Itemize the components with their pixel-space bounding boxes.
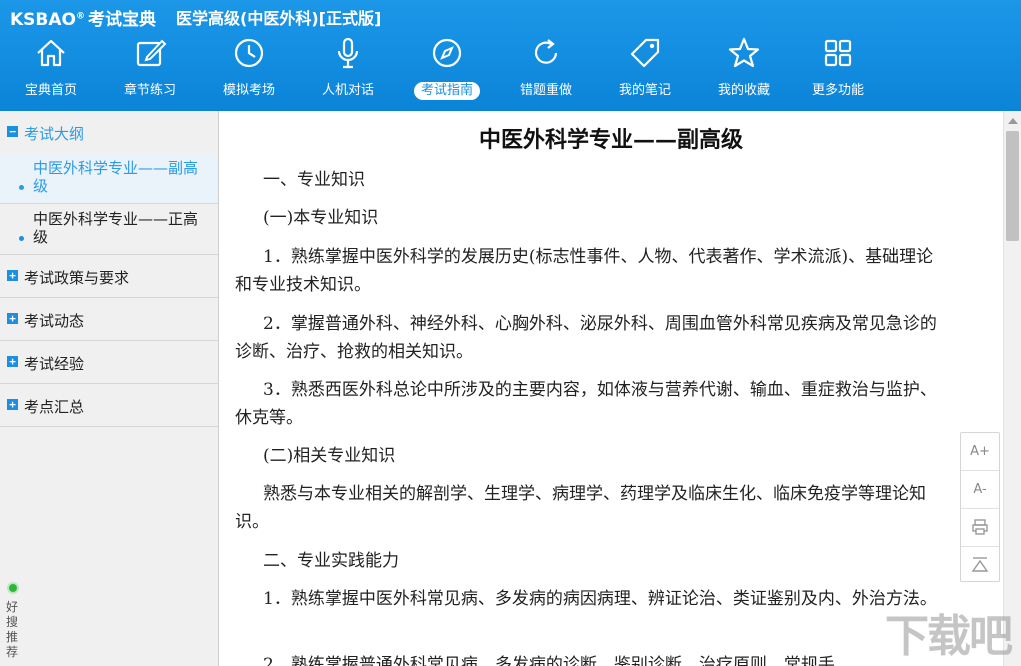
sidebar-section-news[interactable]: + 考试动态: [0, 298, 218, 341]
doc-paragraph: 1．熟练掌握中医外科学的发展历史(标志性事件、人物、代表著作、学术流派)、基础理…: [235, 247, 934, 295]
clock-icon: [232, 36, 266, 70]
microphone-icon: [331, 36, 365, 70]
star-icon: [727, 36, 761, 70]
doc-subheading: (一)本专业知识: [263, 208, 379, 228]
scrollbar-thumb[interactable]: [1006, 131, 1019, 241]
nav-chapter-practice-label: 章节练习: [123, 83, 176, 98]
bullet-icon: [19, 236, 24, 241]
nav-mock-exam[interactable]: 模拟考场: [204, 34, 294, 106]
back-to-top-button[interactable]: [961, 547, 999, 584]
doc-paragraph: 3．熟悉西医外科总论中所涉及的主要内容，如体液与营养代谢、输血、重症救治与监护、…: [235, 380, 937, 428]
expand-icon[interactable]: +: [7, 270, 18, 281]
sidebar-section-experience[interactable]: + 考试经验: [0, 341, 218, 384]
sidebar-item-associate-senior[interactable]: 中医外科学专业——副高级: [0, 153, 218, 204]
sidebar-section-exam-outline[interactable]: − 考试大纲: [0, 111, 218, 153]
nav-home[interactable]: 宝典首页: [6, 34, 96, 106]
title-bar: KSBAO® 考试宝典 医学高级(中医外科)[正式版]: [0, 0, 1021, 30]
doc-heading: 一、专业知识: [263, 170, 365, 190]
nav-redo-mistakes[interactable]: 错题重做: [501, 34, 591, 106]
app-title: 医学高级(中医外科)[正式版]: [176, 9, 382, 28]
sidebar-item-label: 中医外科学专业——正高级: [33, 210, 199, 246]
app-logo: KSBAO® 考试宝典: [10, 10, 156, 30]
document-view: 中医外科学专业——副高级 一、专业知识 (一)本专业知识 1．熟练掌握中医外科学…: [219, 111, 1003, 666]
nav-dialogue[interactable]: 人机对话: [303, 34, 393, 106]
status-dot-icon: [7, 582, 19, 594]
nav-my-favorites-label: 我的收藏: [717, 83, 770, 98]
collapse-icon[interactable]: −: [7, 126, 18, 137]
doc-paragraph: 2．掌握普通外科、神经外科、心胸外科、泌尿外科、周围血管外科常见疾病及常见急诊的…: [235, 314, 937, 362]
nav-home-label: 宝典首页: [24, 83, 77, 98]
home-icon: [34, 36, 68, 70]
logo-cn: 考试宝典: [87, 10, 156, 30]
recommend-widget[interactable]: 好搜推荐: [0, 580, 28, 666]
refresh-icon: [529, 36, 563, 70]
sidebar-section-key-points[interactable]: + 考点汇总: [0, 384, 218, 427]
expand-icon[interactable]: +: [7, 313, 18, 324]
nav-my-notes[interactable]: 我的笔记: [600, 34, 690, 106]
sidebar-item-senior[interactable]: 中医外科学专业——正高级: [0, 204, 218, 255]
vertical-scrollbar[interactable]: [1003, 111, 1021, 666]
document-title: 中医外科学专业——副高级: [478, 127, 743, 153]
nav-dialogue-label: 人机对话: [321, 83, 374, 98]
nav-mock-exam-label: 模拟考场: [222, 83, 275, 98]
nav-exam-guide[interactable]: 考试指南: [402, 34, 492, 106]
doc-subheading: (二)相关专业知识: [263, 446, 396, 466]
sidebar-section-label: 考点汇总: [24, 398, 85, 416]
watermark-logo: 下载吧: [885, 611, 1013, 662]
doc-paragraph: 1．熟练掌握中医外科常见病、多发病的病因病理、辨证论治、类证鉴别及内、外治方法。: [263, 589, 937, 609]
font-increase-button[interactable]: A+: [961, 433, 999, 471]
doc-paragraph: 2．熟练掌握普通外科常见病、多发病的诊断、鉴别诊断、治疗原则、常规手: [263, 655, 835, 666]
app-header: KSBAO® 考试宝典 医学高级(中医外科)[正式版] 宝典首页 章节练习 模拟考…: [0, 0, 1021, 111]
grid-icon: [821, 36, 855, 70]
recommend-label: 好搜推荐: [6, 600, 19, 659]
sidebar-section-label: 考试政策与要求: [24, 269, 130, 287]
edit-icon: [133, 36, 167, 70]
print-icon: [972, 519, 988, 535]
nav-more-functions-label: 更多功能: [811, 83, 864, 98]
expand-icon[interactable]: +: [7, 356, 18, 367]
sidebar-item-label: 中医外科学专业——副高级: [33, 159, 199, 195]
font-decrease-button[interactable]: A-: [961, 471, 999, 509]
bullet-icon: [19, 185, 24, 190]
nav-my-favorites[interactable]: 我的收藏: [699, 34, 789, 106]
reading-tools: A+ A-: [960, 432, 1000, 582]
scroll-up-icon[interactable]: [1008, 118, 1018, 124]
nav-chapter-practice[interactable]: 章节练习: [105, 34, 195, 106]
back-to-top-icon: [971, 557, 989, 572]
tag-icon: [628, 36, 662, 70]
doc-paragraph: 熟悉与本专业相关的解剖学、生理学、病理学、药理学及临床生化、临床免疫学等理论知识…: [235, 484, 926, 532]
sidebar-section-label: 考试大纲: [24, 125, 85, 143]
sidebar-section-label: 考试经验: [24, 355, 85, 373]
main-nav: 宝典首页 章节练习 模拟考场 人机对话 考试指南 错题重做 我的笔记 我的收藏 …: [0, 34, 1021, 106]
sidebar: − 考试大纲 中医外科学专业——副高级 中医外科学专业——正高级 + 考试政策与…: [0, 111, 219, 666]
expand-icon[interactable]: +: [7, 399, 18, 410]
nav-redo-mistakes-label: 错题重做: [519, 83, 572, 98]
sidebar-section-policy[interactable]: + 考试政策与要求: [0, 255, 218, 298]
logo-text: KSBAO: [10, 10, 76, 30]
sidebar-section-label: 考试动态: [24, 312, 85, 330]
nav-more-functions[interactable]: 更多功能: [793, 34, 883, 106]
nav-my-notes-label: 我的笔记: [618, 83, 671, 98]
compass-icon: [430, 36, 464, 70]
nav-exam-guide-label: 考试指南: [413, 82, 480, 100]
print-button[interactable]: [961, 509, 999, 547]
doc-heading: 二、专业实践能力: [263, 551, 399, 571]
